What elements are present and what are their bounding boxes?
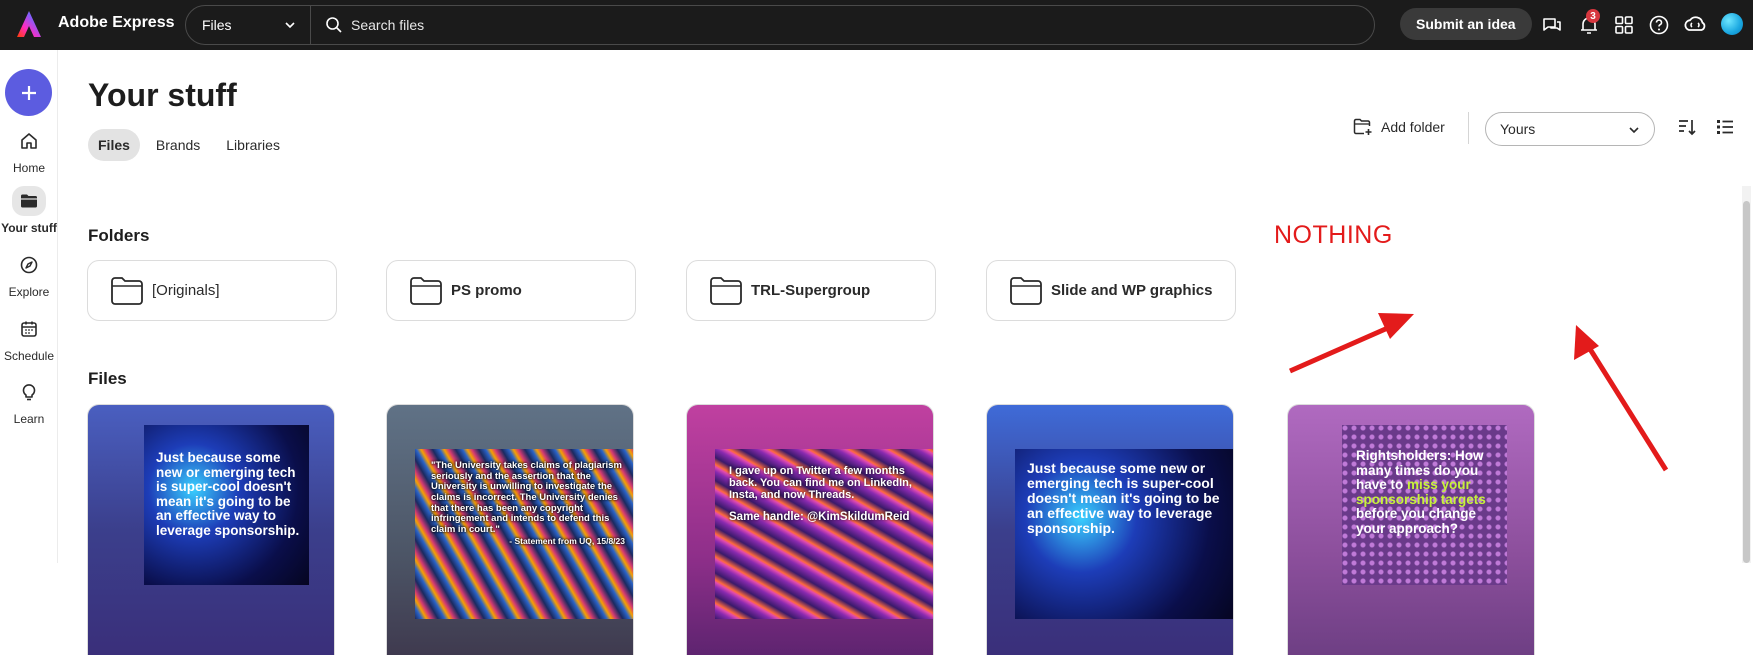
page-title: Your stuff <box>88 77 237 114</box>
scrollbar[interactable] <box>1742 186 1751 563</box>
sidebar-item-label: Home <box>13 161 45 175</box>
list-view-icon[interactable] <box>1715 117 1735 137</box>
sidebar-item-label: Explore <box>9 285 50 299</box>
sidebar-item-explore[interactable]: Explore <box>0 250 58 299</box>
toolbar-divider <box>1468 112 1469 144</box>
notification-badge: 3 <box>1586 9 1600 23</box>
file-thumbnail: Just because some new or emerging tech i… <box>144 425 309 585</box>
tab-libraries[interactable]: Libraries <box>216 129 290 161</box>
folder-name: PS promo <box>451 282 522 299</box>
help-icon[interactable] <box>1647 13 1671 37</box>
file-thumbnail: "The University takes claims of plagiari… <box>415 449 634 619</box>
owner-filter-select[interactable]: Yours <box>1485 112 1655 146</box>
file-thumbnail-text: I gave up on Twitter a few months back. … <box>729 465 912 501</box>
folders-heading: Folders <box>88 226 149 246</box>
search-bar: Files <box>185 5 1375 45</box>
folder-card[interactable]: [Originals] <box>87 260 337 321</box>
search-scope-label: Files <box>202 17 232 33</box>
tab-brands[interactable]: Brands <box>146 129 210 161</box>
files-heading: Files <box>88 369 127 389</box>
file-thumbnail-handle: Same handle: @KimSkildumReid <box>729 511 925 524</box>
folder-name: Slide and WP graphics <box>1051 282 1212 299</box>
sidebar-item-label: Your stuff <box>1 221 57 235</box>
folder-name: TRL-Supergroup <box>751 282 870 299</box>
search-icon <box>325 16 343 34</box>
owner-filter-value: Yours <box>1500 121 1535 137</box>
calendar-icon <box>12 314 46 344</box>
sidebar-item-schedule[interactable]: Schedule <box>0 314 58 363</box>
file-card[interactable]: I gave up on Twitter a few months back. … <box>686 404 934 655</box>
plus-icon <box>20 84 38 102</box>
file-card[interactable]: Rightsholders: How many times do you hav… <box>1287 404 1535 655</box>
submit-idea-button[interactable]: Submit an idea <box>1400 8 1532 40</box>
file-card[interactable]: Just because some new or emerging tech i… <box>986 404 1234 655</box>
tab-files[interactable]: Files <box>88 129 140 161</box>
creative-cloud-icon[interactable] <box>1682 13 1708 37</box>
folder-card[interactable]: Slide and WP graphics <box>986 260 1236 321</box>
file-thumbnail: Rightsholders: How many times do you hav… <box>1342 425 1507 585</box>
annotation-label: NOTHING <box>1274 221 1393 250</box>
home-icon <box>12 126 46 156</box>
file-thumbnail-text: Just because some new or emerging tech i… <box>156 450 299 538</box>
chevron-down-icon <box>284 19 296 31</box>
sidebar-item-your-stuff[interactable]: Your stuff <box>0 186 58 235</box>
search-input[interactable] <box>351 17 1251 33</box>
sidebar-item-home[interactable]: Home <box>0 126 58 175</box>
file-card[interactable]: "The University takes claims of plagiari… <box>386 404 634 655</box>
compass-icon <box>12 250 46 280</box>
sidebar-item-learn[interactable]: Learn <box>0 377 58 426</box>
search-scope-dropdown[interactable]: Files <box>186 6 311 44</box>
file-thumbnail-text: before you change your approach? <box>1356 506 1476 536</box>
folder-card[interactable]: PS promo <box>386 260 636 321</box>
add-folder-button[interactable]: Add folder <box>1353 118 1445 136</box>
sidebar-item-label: Schedule <box>4 349 54 363</box>
lightbulb-icon <box>12 377 46 407</box>
left-sidebar: Home Your stuff Explore Schedule Learn <box>0 50 58 563</box>
file-card[interactable]: Just because some new or emerging tech i… <box>87 404 335 655</box>
folder-name: [Originals] <box>152 282 220 299</box>
file-thumbnail-text: Just because some new or emerging tech i… <box>1027 460 1220 536</box>
content-tabs: Files Brands Libraries <box>88 129 290 161</box>
folder-icon <box>1009 276 1043 306</box>
file-thumbnail-caption: - Statement from UQ, 15/8/23 <box>431 537 625 547</box>
folder-icon <box>110 276 144 306</box>
sort-icon[interactable] <box>1677 117 1697 137</box>
folder-card[interactable]: TRL-Supergroup <box>686 260 936 321</box>
scrollbar-thumb[interactable] <box>1743 201 1750 563</box>
file-thumbnail: Just because some new or emerging tech i… <box>1015 449 1234 619</box>
add-folder-icon <box>1353 118 1373 136</box>
file-thumbnail-text: "The University takes claims of plagiari… <box>431 460 622 535</box>
file-thumbnail: I gave up on Twitter a few months back. … <box>715 449 934 619</box>
app-title: Adobe Express <box>58 14 174 32</box>
chat-icon[interactable] <box>1540 13 1564 37</box>
folder-icon <box>409 276 443 306</box>
folder-icon <box>709 276 743 306</box>
sidebar-item-label: Learn <box>14 412 45 426</box>
avatar[interactable] <box>1721 13 1743 35</box>
folder-icon <box>12 186 46 216</box>
adobe-express-logo[interactable] <box>16 10 42 38</box>
add-folder-label: Add folder <box>1381 119 1445 135</box>
apps-icon[interactable] <box>1612 13 1636 37</box>
chevron-down-icon <box>1628 124 1640 136</box>
top-bar: Adobe Express Files Submit an idea 3 <box>0 0 1753 50</box>
create-button[interactable] <box>5 69 52 116</box>
